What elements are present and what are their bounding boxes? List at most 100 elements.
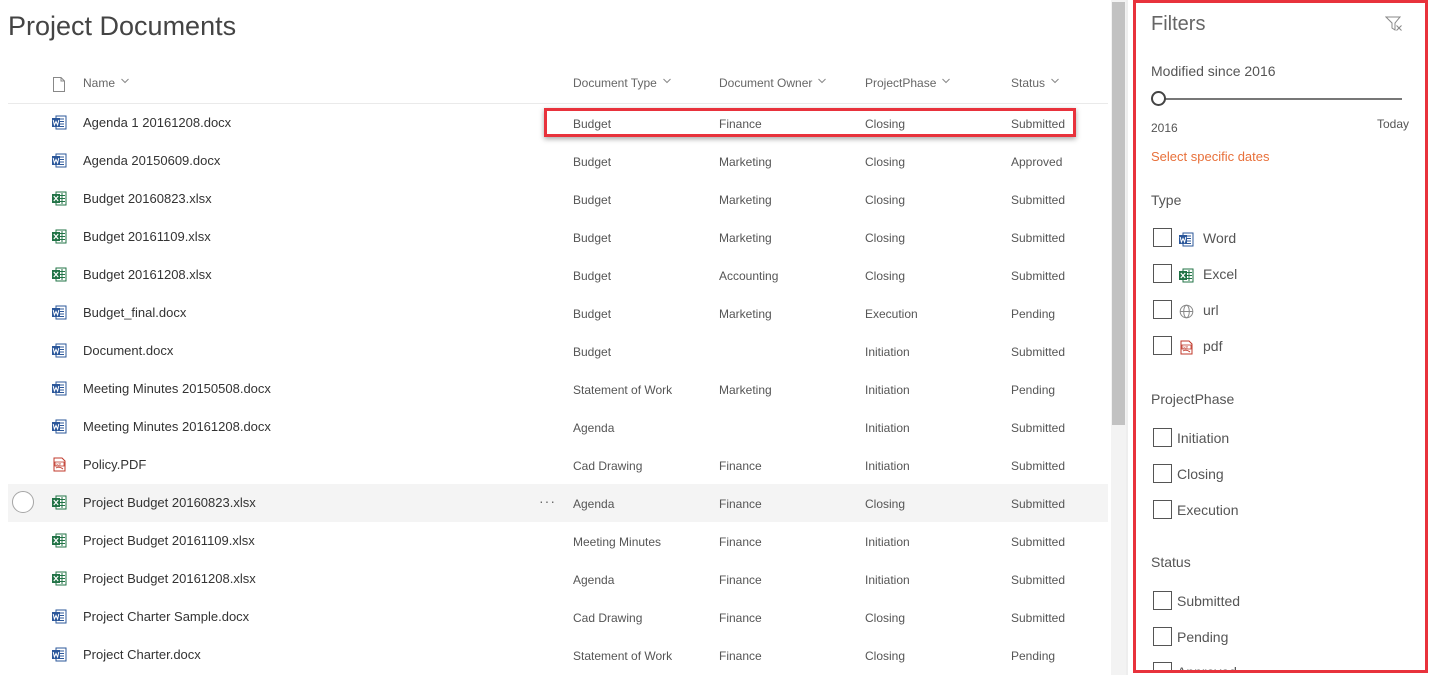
status-filter-heading: Status — [1151, 554, 1191, 570]
scrollbar-thumb[interactable] — [1112, 2, 1125, 425]
more-options-button[interactable]: ··· — [539, 493, 556, 509]
checkbox[interactable] — [1153, 591, 1172, 610]
file-name-link[interactable]: Budget 20161109.xlsx — [83, 229, 211, 244]
file-name-link[interactable]: Budget 20161208.xlsx — [83, 267, 212, 282]
file-name-link[interactable]: Project Budget 20161208.xlsx — [83, 571, 256, 586]
document-type-cell: Budget — [573, 155, 612, 169]
table-row[interactable]: Policy.PDF Cad Drawing Finance Initiation Su… — [8, 446, 1108, 484]
document-owner-cell: Marketing — [719, 193, 772, 207]
file-name-link[interactable]: Project Charter Sample.docx — [83, 609, 249, 624]
status-cell: Submitted — [1011, 497, 1066, 511]
document-owner-cell: Marketing — [719, 155, 772, 169]
checkbox[interactable] — [1153, 264, 1172, 283]
checkbox[interactable] — [1153, 336, 1172, 355]
column-header-name[interactable]: Name — [83, 76, 129, 90]
globe-icon — [1179, 304, 1194, 319]
type-option-label: Excel — [1203, 266, 1238, 282]
word-icon — [52, 153, 67, 168]
project-phase-cell: Initiation — [865, 573, 910, 587]
word-icon — [52, 305, 67, 320]
filters-title: Filters — [1151, 13, 1206, 35]
column-header-document-type[interactable]: Document Type — [573, 76, 671, 90]
clear-filters-icon[interactable] — [1385, 15, 1403, 33]
project-phase-cell: Closing — [865, 193, 906, 207]
file-name-link[interactable]: Document.docx — [83, 343, 173, 358]
excel-icon — [52, 571, 67, 586]
file-name-link[interactable]: Agenda 1 20161208.docx — [83, 115, 231, 130]
word-icon — [52, 419, 67, 434]
file-name-link[interactable]: Project Budget 20161109.xlsx — [83, 533, 255, 548]
table-row[interactable]: Document.docx Budget Initiation Submitted — [8, 332, 1108, 370]
word-icon — [52, 343, 67, 358]
checkbox[interactable] — [1153, 464, 1172, 483]
project-phase-cell: Initiation — [865, 535, 910, 549]
checkbox[interactable] — [1153, 627, 1172, 646]
status-cell: Pending — [1011, 307, 1056, 321]
filters-panel: Filters Modified since 2016 2016 Today S… — [1133, 0, 1428, 673]
document-type-cell: Budget — [573, 269, 612, 283]
file-name-link[interactable]: Meeting Minutes 20150508.docx — [83, 381, 271, 396]
phase-option-label: Initiation — [1177, 430, 1230, 446]
column-header-document-owner[interactable]: Document Owner — [719, 76, 827, 90]
phase-filter-heading: ProjectPhase — [1151, 391, 1235, 407]
file-name-link[interactable]: Project Charter.docx — [83, 647, 201, 662]
document-type-cell: Statement of Work — [573, 649, 673, 663]
table-row[interactable]: Project Budget 20161109.xlsx Meeting Minu… — [8, 522, 1108, 560]
table-row[interactable]: Budget 20161109.xlsx Budget Marketing Closi… — [8, 218, 1108, 256]
project-phase-cell: Initiation — [865, 421, 910, 435]
list-scrollbar[interactable] — [1111, 0, 1126, 675]
row-select-circle[interactable] — [12, 491, 34, 513]
document-type-cell: Budget — [573, 307, 612, 321]
file-name-link[interactable]: Budget 20160823.xlsx — [83, 191, 212, 206]
table-row[interactable]: Project Charter.docx Statement of Work Fin… — [8, 636, 1108, 674]
project-phase-cell: Closing — [865, 649, 906, 663]
checkbox[interactable] — [1153, 662, 1172, 670]
document-owner-cell: Marketing — [719, 307, 772, 321]
document-owner-cell: Finance — [719, 649, 762, 663]
chevron-down-icon — [1051, 78, 1059, 84]
table-row[interactable]: Meeting Minutes 20150508.docx Statement o… — [8, 370, 1108, 408]
document-type-cell: Budget — [573, 345, 612, 359]
status-cell: Pending — [1011, 383, 1056, 397]
file-name-link[interactable]: Policy.PDF — [83, 457, 146, 472]
document-owner-cell: Marketing — [719, 231, 772, 245]
table-row[interactable]: Project Budget 20161208.xlsx Agenda Financ… — [8, 560, 1108, 598]
project-phase-cell: Closing — [865, 155, 906, 169]
file-name-link[interactable]: Agenda 20150609.docx — [83, 153, 220, 168]
table-row[interactable]: Meeting Minutes 20161208.docx Agenda Initi… — [8, 408, 1108, 446]
status-option-label: Submitted — [1177, 593, 1241, 609]
status-cell: Submitted — [1011, 269, 1066, 283]
column-header-row: Name Document Type Document Owner Projec… — [8, 66, 1108, 104]
project-phase-cell: Closing — [865, 231, 906, 245]
file-type-icon[interactable] — [53, 77, 65, 92]
table-row[interactable]: Budget_final.docx Budget Marketing Executio… — [8, 294, 1108, 332]
checkbox[interactable] — [1153, 300, 1172, 319]
column-header-name-label: Name — [83, 76, 116, 90]
checkbox[interactable] — [1153, 500, 1172, 519]
file-name-link[interactable]: Budget_final.docx — [83, 305, 186, 320]
document-type-cell: Meeting Minutes — [573, 535, 662, 549]
file-name-link[interactable]: Project Budget 20160823.xlsx — [83, 495, 256, 510]
project-phase-cell: Closing — [865, 269, 906, 283]
pdf-icon — [1179, 340, 1194, 355]
table-row[interactable]: Project Charter Sample.docx Cad Drawing Fi… — [8, 598, 1108, 636]
document-type-cell: Agenda — [573, 497, 615, 511]
column-header-status[interactable]: Status — [1011, 76, 1059, 90]
table-row[interactable]: Budget 20160823.xlsx Budget Marketing Closi… — [8, 180, 1108, 218]
table-row[interactable]: Project Budget 20160823.xlsx ··· Agenda Fin… — [8, 484, 1108, 522]
checkbox[interactable] — [1153, 428, 1172, 447]
document-type-cell: Agenda — [573, 421, 615, 435]
table-row[interactable]: Agenda 20150609.docx Budget Marketing Closi… — [8, 142, 1108, 180]
pdf-icon — [52, 457, 67, 472]
table-row[interactable]: Budget 20161208.xlsx Budget Accounting Clos… — [8, 256, 1108, 294]
file-name-link[interactable]: Meeting Minutes 20161208.docx — [83, 419, 271, 434]
column-header-project-phase[interactable]: ProjectPhase — [865, 76, 951, 90]
modified-slider-track[interactable] — [1159, 98, 1402, 100]
document-type-cell: Cad Drawing — [573, 459, 643, 473]
checkbox[interactable] — [1153, 228, 1172, 247]
modified-slider-thumb[interactable] — [1151, 91, 1166, 106]
status-cell: Submitted — [1011, 573, 1066, 587]
select-specific-dates-link[interactable]: Select specific dates — [1151, 149, 1270, 164]
document-owner-cell: Finance — [719, 497, 762, 511]
column-header-document-owner-label: Document Owner — [719, 76, 813, 90]
